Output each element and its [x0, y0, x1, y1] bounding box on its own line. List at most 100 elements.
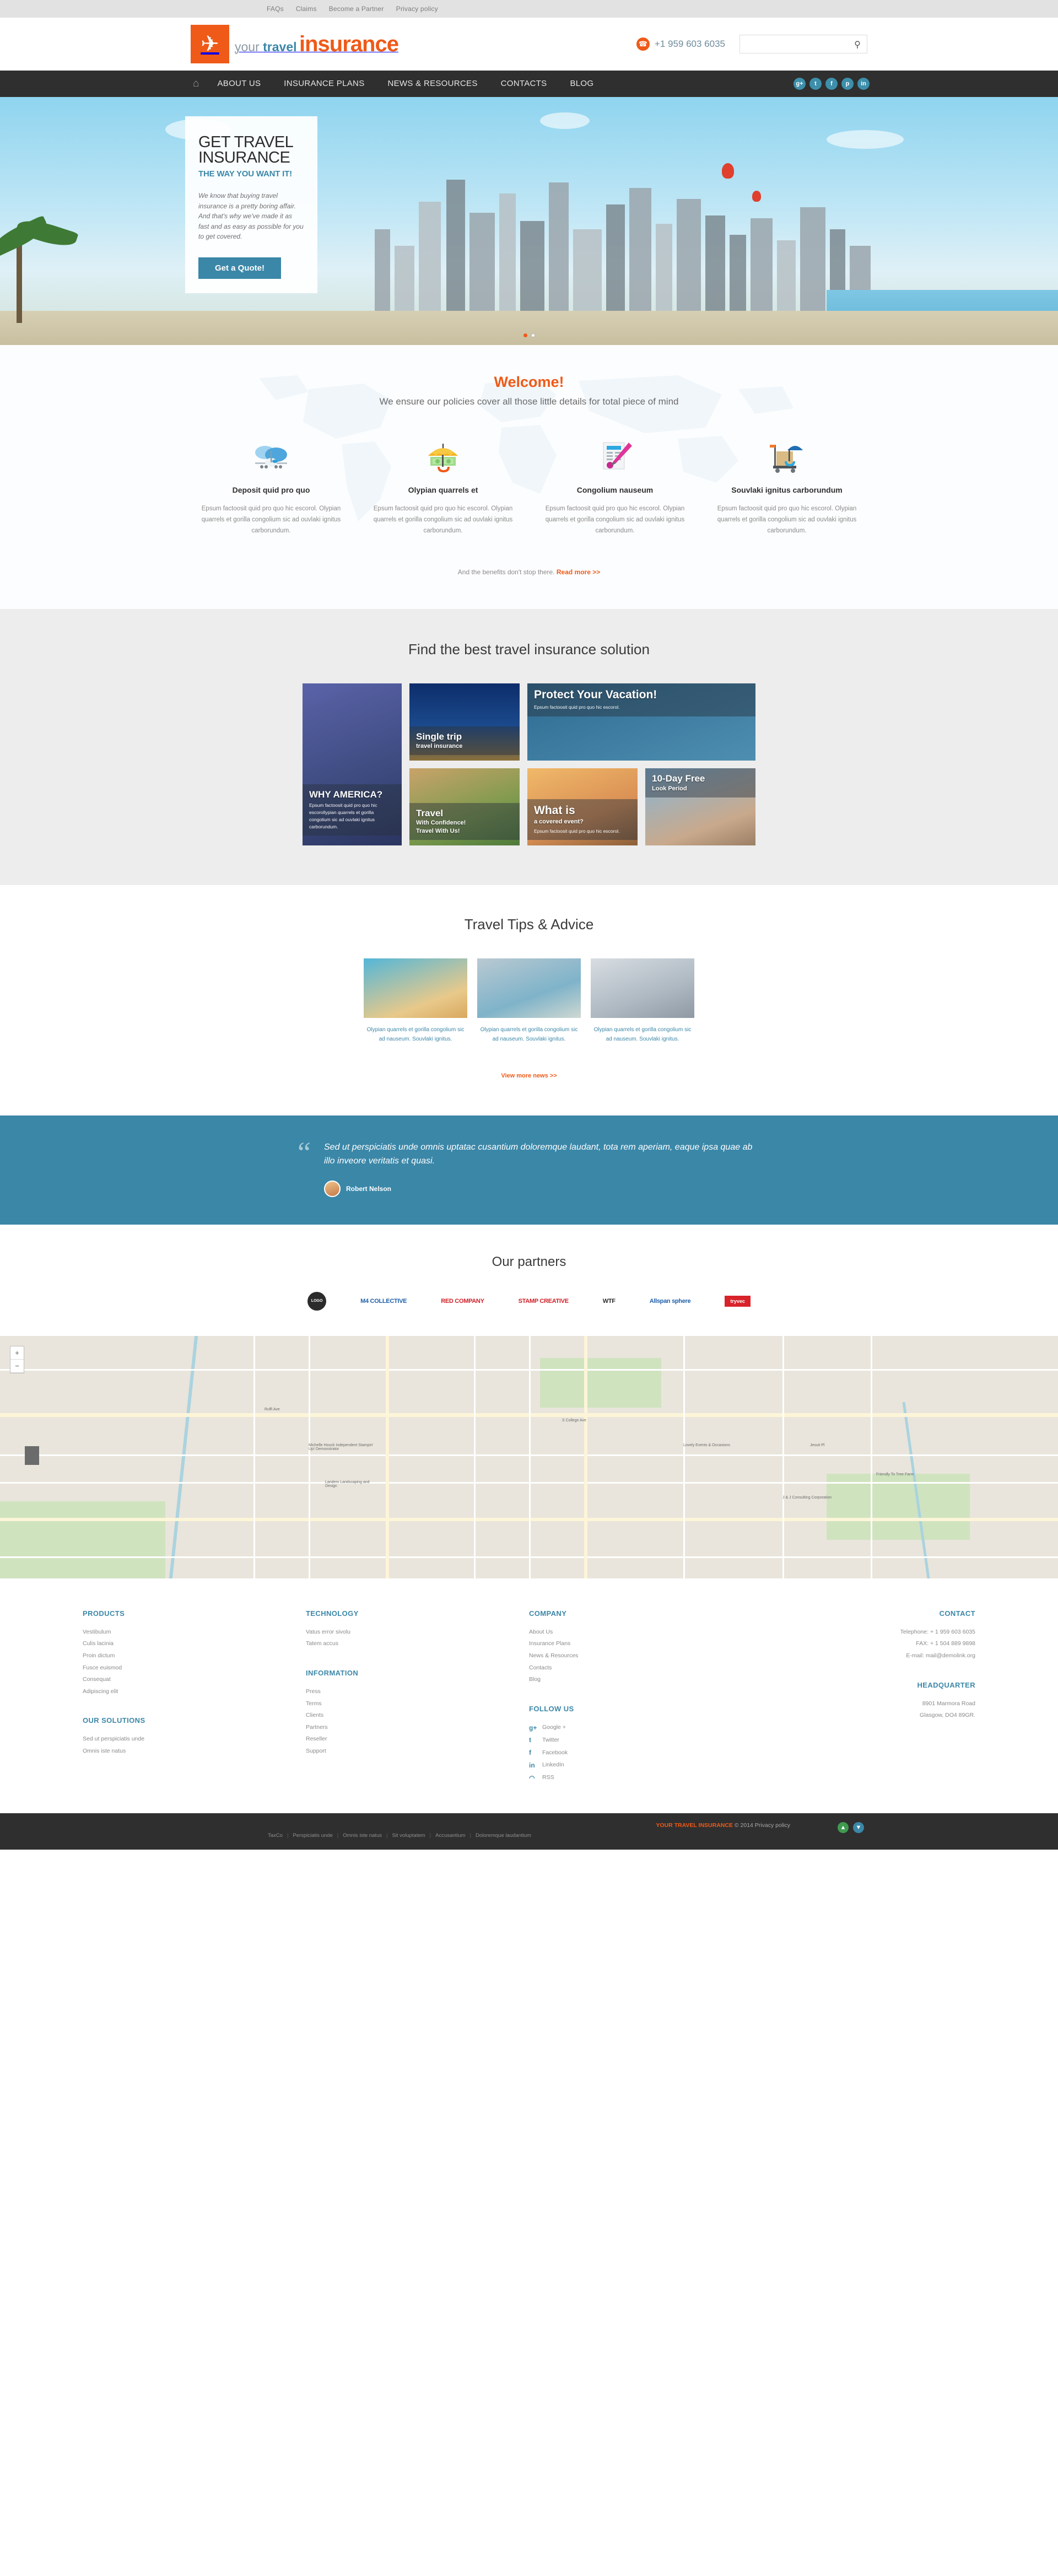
map-zoom-out-button[interactable]: − — [10, 1360, 24, 1373]
footer-social-link[interactable]: Google + — [542, 1722, 566, 1733]
footer-social-row[interactable]: f Facebook — [529, 1747, 752, 1759]
tip-card[interactable]: Olypian quarrels et gorilla congolium si… — [364, 958, 467, 1044]
twitter-icon[interactable]: t — [809, 78, 822, 90]
footer-email[interactable]: E-mail: mail@demolink.org — [752, 1650, 975, 1662]
footer-link[interactable]: Culis lacinia — [83, 1638, 306, 1650]
scroll-down-button[interactable]: ▼ — [853, 1821, 864, 1833]
nav-item-news-resources[interactable]: NEWS & RESOURCES — [376, 71, 489, 97]
footer-link[interactable]: Proin dictum — [83, 1650, 306, 1662]
footer-heading: CONTACT — [939, 1609, 975, 1618]
bottom-link[interactable]: Perspiciatis unde — [293, 1833, 332, 1839]
feature-card[interactable]: Congolium nauseum Epsum factoosit quid p… — [529, 434, 701, 536]
footer-social-row[interactable]: ◠ RSS — [529, 1772, 752, 1785]
footer-link[interactable]: Fusce euismod — [83, 1662, 306, 1674]
footer-link[interactable]: Sed ut perspiciatis unde — [83, 1733, 306, 1745]
tile-text: Epsum factoosit quid pro quo hic escorol… — [534, 704, 620, 710]
topbar-link-become-a-partner[interactable]: Become a Partner — [329, 5, 384, 13]
header-phone-number: +1 959 603 6035 — [654, 39, 725, 49]
footer-link[interactable]: Vestibulum — [83, 1626, 306, 1639]
pinterest-icon[interactable]: p — [841, 78, 854, 90]
search-icon[interactable]: ⚲ — [851, 39, 863, 51]
footer-link[interactable]: Press — [306, 1686, 529, 1698]
footer-link[interactable]: Adipiscing elit — [83, 1686, 306, 1698]
partner-logo[interactable]: STAMP CREATIVE — [519, 1292, 569, 1311]
googleplus-icon[interactable]: g+ — [794, 78, 806, 90]
location-map[interactable]: + − S College Ave Ruffi Ave Michelle Hou… — [0, 1335, 1058, 1578]
view-more-news-link[interactable]: View more news >> — [501, 1073, 557, 1079]
read-more-link[interactable]: Read more >> — [557, 568, 600, 576]
map-label: S College Ave — [562, 1418, 586, 1422]
partner-logo[interactable]: WTF — [603, 1292, 616, 1311]
bottom-link[interactable]: TaxCo — [268, 1833, 283, 1839]
tip-text[interactable]: Olypian quarrels et gorilla congolium si… — [591, 1026, 694, 1044]
tip-card[interactable]: Olypian quarrels et gorilla congolium si… — [477, 958, 581, 1044]
nav-item-about-us[interactable]: ABOUT US — [206, 71, 272, 97]
topbar-link-faqs[interactable]: FAQs — [267, 5, 284, 13]
partner-logo[interactable]: LOGO — [307, 1291, 327, 1311]
topbar-link-claims[interactable]: Claims — [296, 5, 317, 13]
solution-tile-10-day-free-look[interactable]: 10-Day Free Look Period — [645, 768, 755, 846]
tip-text[interactable]: Olypian quarrels et gorilla congolium si… — [364, 1026, 467, 1044]
solution-tile-what-is-a-covered-event[interactable]: What is a covered event? Epsum factoosit… — [527, 768, 638, 846]
map-zoom-in-button[interactable]: + — [10, 1346, 24, 1360]
search-box[interactable]: ⚲ — [739, 35, 867, 53]
site-logo[interactable]: ✈ your travel insurance — [191, 25, 399, 63]
bottom-link[interactable]: Omnis iste natus — [343, 1833, 382, 1839]
footer-social-link[interactable]: Facebook — [542, 1748, 568, 1759]
solution-tile-protect-your-vacation[interactable]: Protect Your Vacation! Epsum factoosit q… — [527, 683, 755, 761]
footer-link[interactable]: Support — [306, 1745, 529, 1758]
feature-card[interactable]: Deposit quid pro quo Epsum factoosit qui… — [185, 434, 357, 536]
tip-card[interactable]: Olypian quarrels et gorilla congolium si… — [591, 958, 694, 1044]
footer-link[interactable]: Insurance Plans — [529, 1638, 752, 1650]
map-marker[interactable] — [25, 1446, 39, 1465]
tip-text[interactable]: Olypian quarrels et gorilla congolium si… — [477, 1026, 581, 1044]
feature-card[interactable]: Olypian quarrels et Epsum factoosit quid… — [357, 434, 529, 536]
linkedin-icon[interactable]: in — [857, 78, 870, 90]
hero-dot-1[interactable] — [523, 333, 527, 337]
footer-link[interactable]: Terms — [306, 1698, 529, 1710]
partner-logo[interactable]: M4 COLLECTIVE — [360, 1292, 407, 1311]
partner-logo[interactable]: tryvec — [725, 1292, 751, 1311]
footer-link[interactable]: News & Resources — [529, 1650, 752, 1662]
feature-text: Epsum factoosit quid pro quo hic escorol… — [373, 505, 513, 535]
get-a-quote-button[interactable]: Get a Quote! — [198, 257, 282, 279]
partner-logo[interactable]: RED COMPANY — [441, 1292, 484, 1311]
nav-item-contacts[interactable]: CONTACTS — [489, 71, 559, 97]
partner-logo[interactable]: Allspan sphere — [650, 1292, 691, 1311]
map-zoom-controls[interactable]: + − — [10, 1345, 24, 1373]
solution-tile-single-trip[interactable]: Single trip travel insurance — [409, 683, 520, 761]
topbar-link-privacy-policy[interactable]: Privacy policy — [396, 5, 438, 13]
footer-link[interactable]: Partners — [306, 1722, 529, 1734]
footer-link[interactable]: Consequat — [83, 1674, 306, 1686]
solution-tile-why-america[interactable]: WHY AMERICA? Epsum factoosit quid pro qu… — [303, 683, 402, 846]
footer-link[interactable]: Omnis iste natus — [83, 1745, 306, 1758]
nav-item-insurance-plans[interactable]: INSURANCE PLANS — [272, 71, 376, 97]
solution-tile-travel-with-confidence[interactable]: Travel With Confidence! Travel With Us! — [409, 768, 520, 846]
footer-link[interactable]: Contacts — [529, 1662, 752, 1674]
footer-social-link[interactable]: Twitter — [542, 1735, 559, 1746]
footer-social-link[interactable]: RSS — [542, 1772, 554, 1783]
testimonial-section: “ Sed ut perspiciatis unde omnis uptatac… — [0, 1115, 1058, 1225]
footer-link[interactable]: About Us — [529, 1626, 752, 1639]
footer-link[interactable]: Vatus error sivolu — [306, 1626, 529, 1639]
header-phone[interactable]: ☎ +1 959 603 6035 — [636, 37, 725, 51]
bottom-link[interactable]: Sit voluptatem — [392, 1833, 425, 1839]
footer-link[interactable]: Reseller — [306, 1733, 529, 1745]
footer-link[interactable]: Blog — [529, 1674, 752, 1686]
nav-item-blog[interactable]: BLOG — [558, 71, 605, 97]
footer-social-link[interactable]: LinkedIn — [542, 1760, 564, 1771]
feature-card[interactable]: Souvlaki ignitus carborundum Epsum facto… — [701, 434, 873, 536]
home-icon[interactable]: ⌂ — [185, 71, 206, 97]
scroll-up-button[interactable]: ▲ — [838, 1821, 849, 1833]
hero-dot-2[interactable] — [531, 333, 535, 337]
footer-social-row[interactable]: t Twitter — [529, 1734, 752, 1747]
facebook-icon[interactable]: f — [825, 78, 838, 90]
footer-link[interactable]: Clients — [306, 1710, 529, 1722]
search-input[interactable] — [740, 35, 867, 53]
footer-social-row[interactable]: in LinkedIn — [529, 1759, 752, 1772]
footer-link[interactable]: Tatem accus — [306, 1638, 529, 1650]
bottom-link[interactable]: Accusantium — [435, 1833, 465, 1839]
hero-subtitle: THE WAY YOU WANT IT! — [198, 169, 292, 179]
bottom-link[interactable]: Doloremque laudantium — [476, 1833, 531, 1839]
footer-social-row[interactable]: g+ Google + — [529, 1722, 752, 1734]
